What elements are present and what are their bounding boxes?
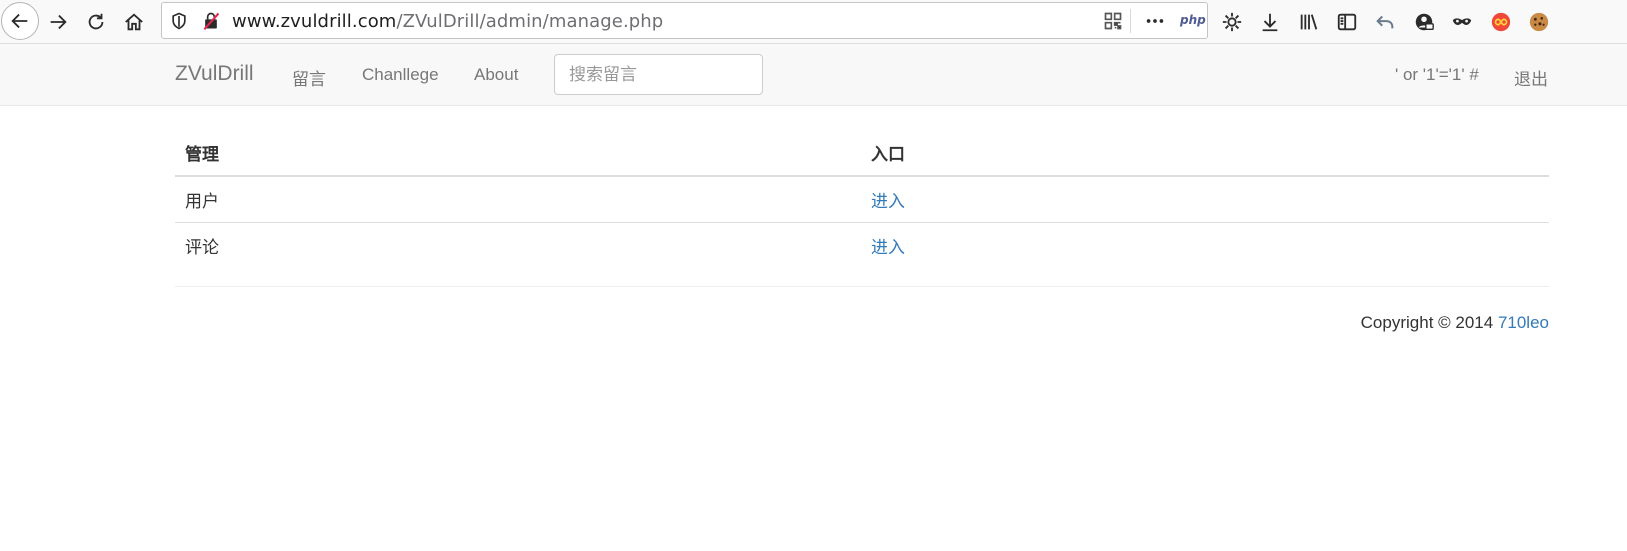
reload-button[interactable] <box>78 4 114 40</box>
footer: Copyright © 2014 710leo <box>1361 313 1549 333</box>
home-icon <box>125 13 143 31</box>
url-path: /ZVulDrill/admin/manage.php <box>396 11 664 32</box>
sidebar-icon[interactable] <box>1331 4 1363 40</box>
cookie-icon[interactable] <box>1523 4 1555 40</box>
brand-link[interactable]: ZVulDrill <box>175 62 254 86</box>
forward-arrow-icon <box>50 14 67 30</box>
copyright-text: Copyright © 2014 <box>1360 313 1498 332</box>
reload-icon <box>88 13 104 30</box>
admin-manage-table: 管理 入口 用户 进入 评论 进入 <box>175 128 1549 268</box>
row-action-cell: 进入 <box>861 176 1549 223</box>
nav-link-about[interactable]: About <box>474 65 518 85</box>
back-arrow-icon <box>11 13 28 29</box>
insecure-lock-icon[interactable] <box>200 10 222 32</box>
author-link[interactable]: 710leo <box>1498 313 1549 332</box>
footer-divider <box>175 286 1549 287</box>
header-manage: 管理 <box>175 128 861 177</box>
nav-link-challenge[interactable]: Chanllege <box>362 65 439 85</box>
row-action-cell: 进入 <box>861 223 1549 269</box>
back-button[interactable] <box>1 2 39 40</box>
table-row: 评论 进入 <box>175 223 1549 269</box>
enter-users-link[interactable]: 进入 <box>871 192 905 211</box>
table-row: 用户 进入 <box>175 176 1549 223</box>
row-name-comments: 评论 <box>185 238 219 257</box>
account-icon[interactable] <box>1408 4 1440 40</box>
browser-toolbar: www.zvuldrill.com/ZVulDrill/admin/manage… <box>0 0 1627 44</box>
more-dots-icon[interactable] <box>1144 10 1166 32</box>
nav-username[interactable]: ' or '1'='1' # <box>1395 65 1479 85</box>
url-bar[interactable]: www.zvuldrill.com/ZVulDrill/admin/manage… <box>161 2 1208 39</box>
shield-icon[interactable] <box>168 10 190 32</box>
forward-button[interactable] <box>40 4 76 40</box>
url-text[interactable]: www.zvuldrill.com/ZVulDrill/admin/manage… <box>232 11 663 32</box>
download-icon[interactable] <box>1254 4 1286 40</box>
settings-sun-icon[interactable] <box>1216 4 1248 40</box>
search-input[interactable] <box>554 54 763 95</box>
nav-link-messages[interactable]: 留言 <box>292 65 326 90</box>
url-domain: www.zvuldrill.com <box>232 11 397 32</box>
undo-arrow-icon[interactable] <box>1369 4 1401 40</box>
url-separator <box>1130 9 1131 33</box>
row-name-users: 用户 <box>175 176 861 223</box>
private-mask-icon[interactable] <box>1446 4 1478 40</box>
library-icon[interactable] <box>1293 4 1325 40</box>
infinity-icon[interactable] <box>1485 4 1517 40</box>
php-page-action[interactable]: php <box>1180 13 1206 27</box>
header-entry: 入口 <box>861 128 1549 177</box>
home-button[interactable] <box>116 4 152 40</box>
enter-comments-link[interactable]: 进入 <box>871 238 905 257</box>
logout-link[interactable]: 退出 <box>1514 65 1548 90</box>
site-navbar: ZVulDrill 留言 Chanllege About ' or '1'='1… <box>0 44 1627 106</box>
qr-code-icon[interactable] <box>1102 10 1124 32</box>
table-header-row: 管理 入口 <box>175 128 1549 177</box>
